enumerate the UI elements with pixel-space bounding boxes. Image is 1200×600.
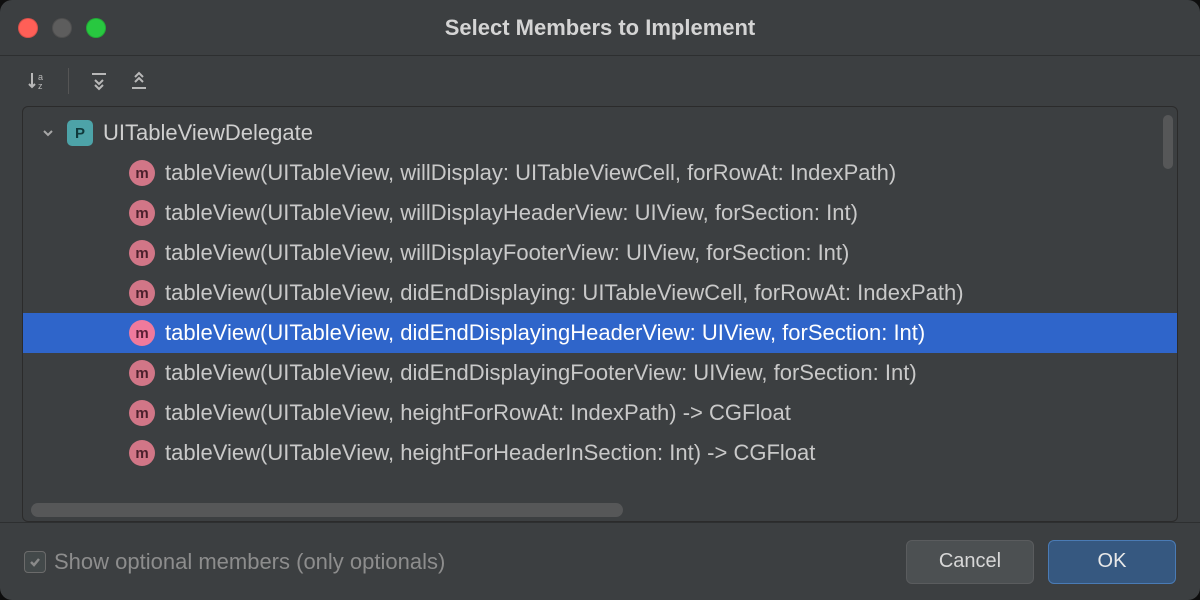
method-signature: tableView(UITableView, willDisplay: UITa… [165, 160, 896, 186]
collapse-all-button[interactable] [119, 61, 159, 101]
svg-text:z: z [38, 81, 43, 91]
close-window-button[interactable] [18, 18, 38, 38]
titlebar: Select Members to Implement [0, 0, 1200, 56]
cancel-button[interactable]: Cancel [906, 540, 1034, 584]
horizontal-scrollbar-thumb[interactable] [31, 503, 623, 517]
dialog-window: Select Members to Implement a z [0, 0, 1200, 600]
protocol-name: UITableViewDelegate [103, 120, 313, 146]
zoom-window-button[interactable] [86, 18, 106, 38]
method-badge-icon: m [129, 200, 155, 226]
method-signature: tableView(UITableView, didEndDisplaying:… [165, 280, 964, 306]
method-signature: tableView(UITableView, didEndDisplayingF… [165, 360, 917, 386]
method-row[interactable]: m tableView(UITableView, heightForRowAt: … [23, 393, 1177, 433]
toolbar-separator [68, 68, 69, 94]
method-signature: tableView(UITableView, heightForHeaderIn… [165, 440, 815, 466]
method-signature: tableView(UITableView, didEndDisplayingH… [165, 320, 925, 346]
show-optional-members-label: Show optional members (only optionals) [54, 549, 445, 575]
protocol-row[interactable]: P UITableViewDelegate [23, 113, 1177, 153]
method-signature: tableView(UITableView, willDisplayFooter… [165, 240, 849, 266]
ok-button[interactable]: OK [1048, 540, 1176, 584]
method-signature: tableView(UITableView, willDisplayHeader… [165, 200, 858, 226]
method-row[interactable]: m tableView(UITableView, didEndDisplaying… [23, 313, 1177, 353]
method-row[interactable]: m tableView(UITableView, didEndDisplaying… [23, 353, 1177, 393]
sort-alphabetically-button[interactable]: a z [18, 61, 58, 101]
method-badge-icon: m [129, 400, 155, 426]
expand-all-button[interactable] [79, 61, 119, 101]
horizontal-scrollbar[interactable] [31, 503, 1169, 517]
method-badge-icon: m [129, 360, 155, 386]
method-row[interactable]: m tableView(UITableView, willDisplay: UIT… [23, 153, 1177, 193]
method-badge-icon: m [129, 280, 155, 306]
method-row[interactable]: m tableView(UITableView, didEndDisplaying… [23, 273, 1177, 313]
method-badge-icon: m [129, 160, 155, 186]
dialog-footer: Show optional members (only optionals) C… [0, 522, 1200, 600]
show-optional-members-checkbox[interactable]: Show optional members (only optionals) [24, 549, 445, 575]
method-signature: tableView(UITableView, heightForRowAt: I… [165, 400, 791, 426]
dialog-toolbar: a z [0, 56, 1200, 106]
window-controls [18, 18, 106, 38]
method-badge-icon: m [129, 240, 155, 266]
method-badge-icon: m [129, 440, 155, 466]
checkbox-icon [24, 551, 46, 573]
dialog-title: Select Members to Implement [445, 15, 756, 41]
method-row[interactable]: m tableView(UITableView, heightForHeaderI… [23, 433, 1177, 473]
method-row[interactable]: m tableView(UITableView, willDisplayFoote… [23, 233, 1177, 273]
members-tree-panel: P UITableViewDelegate m tableView(UITable… [22, 106, 1178, 522]
chevron-down-icon[interactable] [39, 124, 57, 142]
minimize-window-button[interactable] [52, 18, 72, 38]
method-badge-icon: m [129, 320, 155, 346]
members-tree[interactable]: P UITableViewDelegate m tableView(UITable… [23, 107, 1177, 521]
protocol-badge-icon: P [67, 120, 93, 146]
method-row[interactable]: m tableView(UITableView, willDisplayHeade… [23, 193, 1177, 233]
